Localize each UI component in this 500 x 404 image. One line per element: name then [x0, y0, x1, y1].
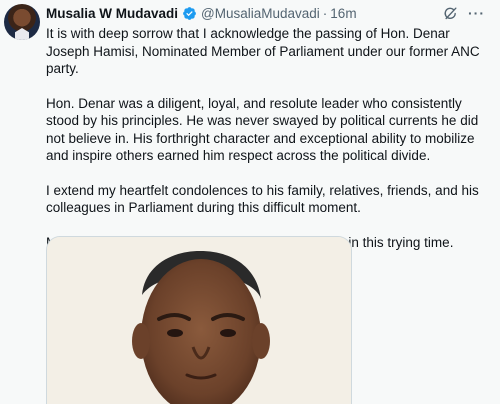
scrollbar[interactable]: [494, 0, 498, 404]
tweet-paragraph: I extend my heartfelt condolences to his…: [46, 182, 479, 216]
author-handle[interactable]: @MusaliaMudavadi: [201, 6, 320, 21]
author-name[interactable]: Musalia W Mudavadi: [46, 6, 178, 21]
tweet-header: Musalia W Mudavadi @MusaliaMudavadi · 16…: [46, 4, 357, 22]
tweet-paragraph: Hon. Denar was a diligent, loyal, and re…: [46, 95, 479, 164]
tweet-timestamp[interactable]: 16m: [330, 6, 356, 21]
grok-icon[interactable]: [443, 6, 458, 21]
tweet-photo[interactable]: [46, 236, 352, 404]
avatar-shirt: [15, 28, 29, 40]
tweet: Musalia W Mudavadi @MusaliaMudavadi · 16…: [0, 0, 500, 404]
tweet-text: It is with deep sorrow that I acknowledg…: [46, 25, 496, 251]
tweet-paragraph: It is with deep sorrow that I acknowledg…: [46, 26, 480, 76]
avatar[interactable]: [4, 4, 40, 40]
verified-badge-icon: [183, 6, 196, 20]
more-options-icon[interactable]: ···: [468, 5, 486, 21]
header-separator: ·: [322, 5, 328, 21]
portrait-image: [47, 237, 351, 404]
